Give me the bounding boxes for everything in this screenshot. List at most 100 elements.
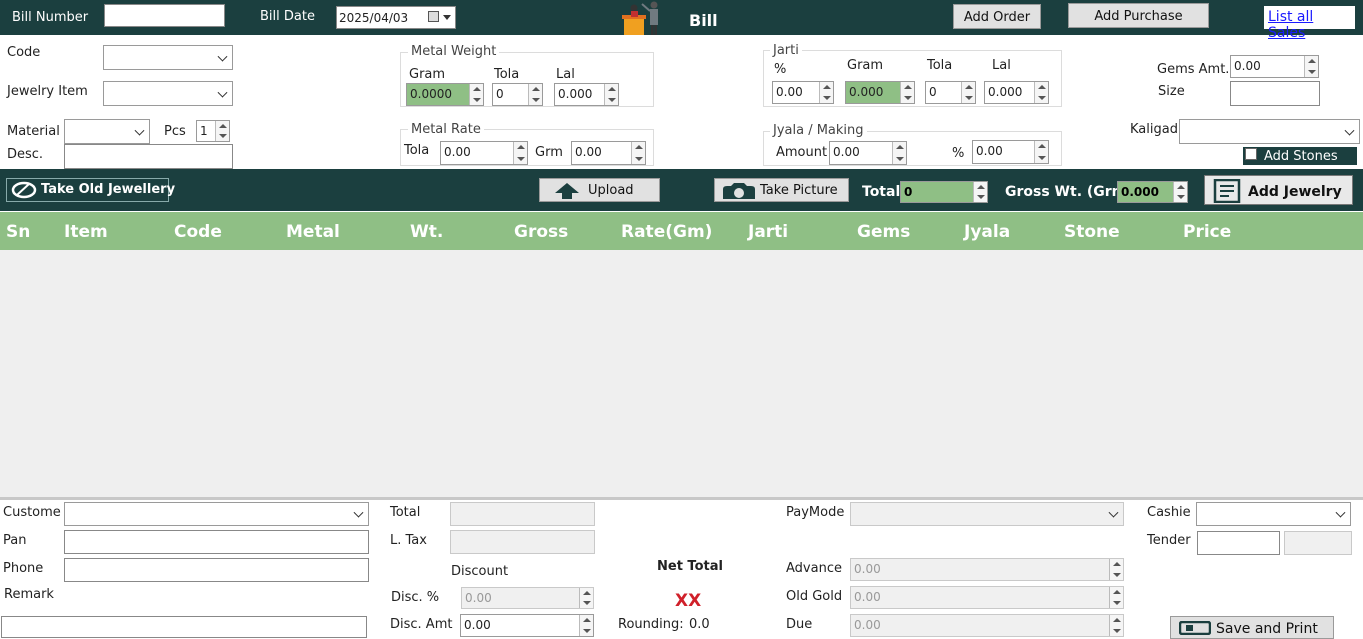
phone-input[interactable]	[64, 558, 369, 582]
jarti-gram-stepper[interactable]: 0.000	[845, 81, 915, 104]
material-combo[interactable]	[64, 119, 150, 144]
list-all-sales-link[interactable]: List all Sales	[1264, 6, 1355, 41]
bill-number-input[interactable]	[104, 4, 225, 27]
jyala-title: Jyala / Making	[770, 123, 867, 138]
code-combo[interactable]	[103, 45, 233, 70]
stepper-arrows-icon[interactable]	[631, 142, 645, 164]
pan-input[interactable]	[64, 530, 369, 554]
old-gold-stepper: 0.00	[850, 586, 1124, 609]
disc-amt-stepper[interactable]: 0.00	[460, 614, 594, 637]
col-gems[interactable]: Gems	[857, 222, 910, 242]
phone-label: Phone	[3, 561, 44, 576]
add-order-button[interactable]: Add Order	[953, 4, 1041, 29]
mr-tola-stepper[interactable]: 0.00	[440, 141, 528, 165]
cashier-combo[interactable]	[1196, 502, 1351, 526]
desc-input[interactable]	[64, 144, 233, 169]
customer-combo[interactable]	[64, 502, 369, 526]
add-jewelry-button[interactable]: Add Jewelry	[1204, 175, 1353, 205]
col-wt[interactable]: Wt.	[410, 222, 443, 242]
stepper-arrows-icon[interactable]	[1034, 141, 1048, 163]
size-input[interactable]	[1230, 81, 1320, 106]
mw-lal-stepper[interactable]: 0.000	[554, 83, 619, 106]
jarti-pct-stepper[interactable]: 0.00	[772, 81, 834, 104]
metal-rate-title: Metal Rate	[408, 122, 484, 137]
pcs-label: Pcs	[164, 124, 186, 139]
stepper-arrows-icon[interactable]	[528, 84, 542, 105]
add-jewelry-label: Add Jewelry	[1248, 184, 1342, 200]
kaligad-combo[interactable]	[1179, 119, 1360, 144]
net-total-label: Net Total	[657, 559, 723, 574]
jarti-title: Jarti	[770, 43, 802, 58]
jyala-amount-stepper[interactable]: 0.00	[829, 141, 907, 165]
jarti-pct-label: %	[774, 62, 787, 77]
footer-total-field	[450, 502, 595, 526]
save-and-print-button[interactable]: Save and Print	[1170, 616, 1334, 639]
mw-tola-stepper[interactable]: 0	[492, 83, 543, 106]
footer-total-label: Total	[390, 505, 421, 520]
chevron-down-icon	[217, 87, 228, 98]
take-old-jewellery-button[interactable]: Take Old Jewellery	[6, 178, 175, 202]
jyala-pct-stepper[interactable]: 0.00	[972, 140, 1049, 164]
stepper-arrows-icon[interactable]	[973, 182, 987, 202]
stepper-arrows-icon[interactable]	[579, 615, 593, 636]
stepper-arrows-icon[interactable]	[215, 121, 229, 141]
stepper-arrows-icon[interactable]	[469, 84, 483, 105]
col-rate[interactable]: Rate(Gm)	[621, 222, 712, 242]
mw-lal-label: Lal	[556, 67, 575, 82]
mw-gram-stepper[interactable]: 0.0000	[406, 83, 484, 106]
upload-button[interactable]: Upload	[539, 178, 660, 202]
customer-label: Custome	[3, 505, 61, 520]
jyala-amount-label: Amount	[776, 145, 828, 160]
col-jyala[interactable]: Jyala	[964, 222, 1010, 242]
jarti-lal-stepper[interactable]: 0.000	[984, 81, 1049, 104]
cashier-label: Cashie	[1147, 505, 1191, 520]
stepper-arrows-icon[interactable]	[1173, 182, 1187, 202]
take-picture-button[interactable]: Take Picture	[714, 178, 849, 202]
gems-amt-stepper[interactable]: 0.00	[1230, 55, 1319, 78]
stepper-arrows-icon[interactable]	[1034, 82, 1048, 103]
items-table-body[interactable]	[0, 250, 1363, 497]
bill-date-picker[interactable]: 2025/04/03	[336, 6, 456, 29]
col-metal[interactable]: Metal	[286, 222, 340, 242]
jyala-pct-label: %	[952, 146, 965, 161]
col-price[interactable]: Price	[1183, 222, 1231, 242]
gross-wt-stepper[interactable]: 0.000	[1117, 181, 1188, 203]
mr-grm-label: Grm	[535, 145, 563, 160]
col-gross[interactable]: Gross	[514, 222, 568, 242]
add-purchase-button[interactable]: Add Purchase	[1068, 3, 1209, 28]
remark-input[interactable]	[1, 616, 367, 638]
col-stone[interactable]: Stone	[1064, 222, 1120, 242]
stepper-arrows-icon[interactable]	[513, 142, 527, 164]
stepper-arrows-icon[interactable]	[892, 142, 906, 164]
stepper-arrows-icon[interactable]	[900, 82, 914, 103]
stepper-arrows-icon[interactable]	[604, 84, 618, 105]
total-stepper[interactable]: 0	[900, 181, 988, 203]
chevron-down-icon	[134, 125, 145, 136]
disc-pct-label: Disc. %	[391, 590, 440, 605]
code-label: Code	[7, 45, 41, 60]
add-stones-checkbox[interactable]	[1245, 148, 1257, 160]
col-jarti[interactable]: Jarti	[748, 222, 788, 242]
col-sn[interactable]: Sn	[6, 222, 30, 242]
jarti-tola-stepper[interactable]: 0	[925, 81, 976, 104]
chevron-down-icon[interactable]	[443, 15, 451, 20]
col-code[interactable]: Code	[174, 222, 222, 242]
calendar-icon[interactable]	[428, 11, 439, 22]
mr-grm-stepper[interactable]: 0.00	[571, 141, 646, 165]
save-icon	[1178, 620, 1212, 636]
jewelry-item-label: Jewelry Item	[7, 84, 88, 99]
stepper-arrows-icon[interactable]	[819, 82, 833, 103]
upload-label: Upload	[588, 183, 634, 198]
rounding-label: Rounding:	[618, 617, 684, 632]
paymode-combo	[850, 502, 1124, 526]
jewelry-item-combo[interactable]	[103, 81, 233, 106]
pcs-stepper[interactable]: 1	[196, 120, 230, 142]
bill-number-label: Bill Number	[12, 10, 89, 25]
invoice-icon	[1213, 178, 1243, 204]
stepper-arrows-icon[interactable]	[1304, 56, 1318, 77]
tender-input[interactable]	[1197, 531, 1280, 555]
add-stones-toggle[interactable]: Add Stones	[1243, 147, 1357, 165]
col-item[interactable]: Item	[64, 222, 108, 242]
remark-label: Remark	[4, 587, 54, 602]
stepper-arrows-icon[interactable]	[961, 82, 975, 103]
